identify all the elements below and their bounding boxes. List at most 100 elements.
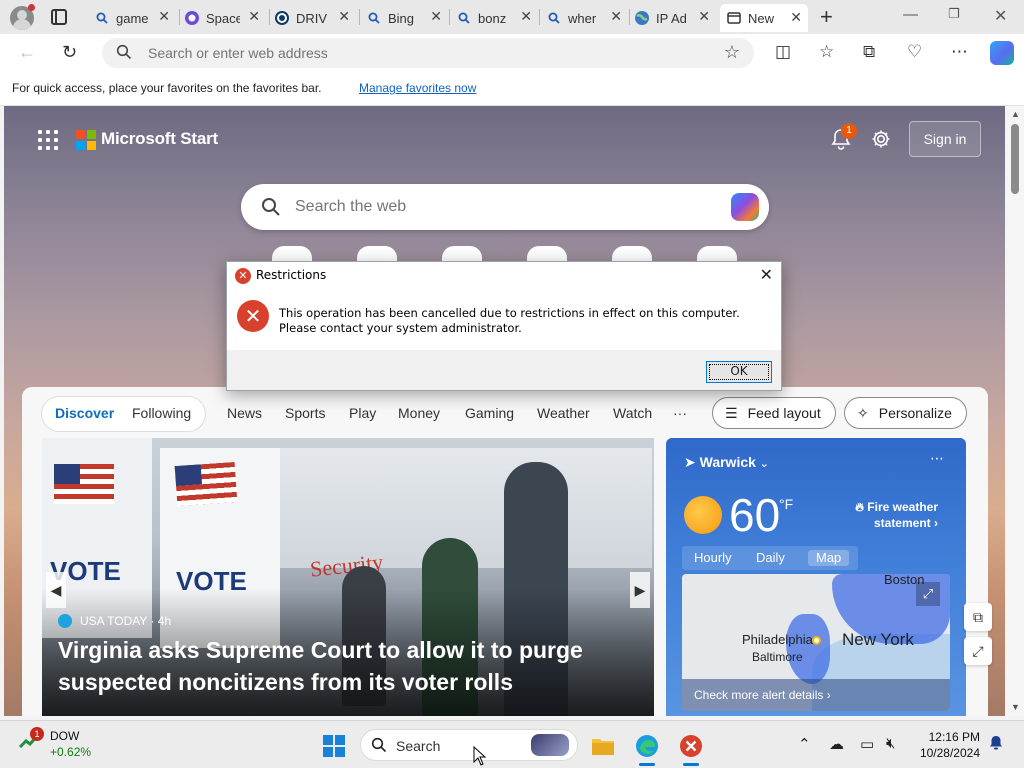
carousel-prev-button[interactable]: ◀ xyxy=(46,572,66,608)
close-tab-icon[interactable]: ✕ xyxy=(698,8,710,25)
nav-news[interactable]: News xyxy=(227,405,262,421)
favorites-bar: For quick access, place your favorites o… xyxy=(0,72,1024,106)
temperature: 60 xyxy=(729,489,781,541)
tab-label: Bing xyxy=(388,10,415,26)
manage-favorites-link[interactable]: Manage favorites now xyxy=(359,81,476,95)
cloud-offline-icon[interactable]: ☁ xyxy=(829,735,844,753)
personalize-button[interactable]: ✧ Personalize xyxy=(844,397,967,429)
restore-button[interactable]: ❐ xyxy=(948,6,960,22)
scrollbar-thumb[interactable] xyxy=(1011,124,1019,194)
feed-layout-button[interactable]: ☰ Feed layout xyxy=(712,397,836,429)
tab-following[interactable]: Following xyxy=(132,405,191,421)
settings-gear-icon[interactable] xyxy=(870,128,892,155)
chevron-up-icon[interactable]: ⌃ xyxy=(798,735,811,753)
error-icon: ✕ xyxy=(237,300,269,332)
search-icon xyxy=(371,737,387,758)
brand-title: Microsoft Start xyxy=(101,129,218,148)
tab-bing[interactable]: Bing ✕ xyxy=(366,6,448,30)
back-arrow-icon[interactable]: ← xyxy=(18,42,36,63)
nav-watch[interactable]: Watch xyxy=(613,405,652,421)
tab-ip-address[interactable]: IP Ad ✕ xyxy=(634,6,716,30)
nav-more-button[interactable]: ··· xyxy=(673,405,687,421)
more-options-icon[interactable]: ⋯ xyxy=(930,450,944,467)
scroll-down-icon[interactable]: ▼ xyxy=(1011,702,1020,712)
close-tab-icon[interactable]: ✕ xyxy=(338,8,350,25)
address-bar[interactable]: ☆ xyxy=(102,38,754,68)
edge-browser-icon[interactable] xyxy=(634,733,660,766)
start-button[interactable] xyxy=(323,735,345,757)
favorite-star-icon[interactable]: ☆ xyxy=(724,42,740,63)
browser-toolbar: ← ↻ ☆ ◫ ☆ ⧉ ♡ ⋯ xyxy=(0,34,1024,72)
dialog-close-button[interactable]: ✕ xyxy=(760,265,773,284)
stock-change: +0.62% xyxy=(50,745,92,759)
close-tab-icon[interactable]: ✕ xyxy=(248,8,260,25)
speaker-muted-icon[interactable]: 🔇︎ xyxy=(886,735,895,752)
new-tab-button[interactable]: + xyxy=(820,4,833,30)
file-explorer-icon[interactable] xyxy=(590,733,616,759)
fullscreen-icon[interactable]: ⤢ xyxy=(964,637,992,665)
story-headline[interactable]: Virginia asks Supreme Court to allow it … xyxy=(58,634,638,698)
close-tab-icon[interactable]: ✕ xyxy=(610,8,622,25)
open-in-new-icon[interactable]: ⧉ xyxy=(964,603,992,631)
notification-center-icon[interactable] xyxy=(988,735,1004,755)
favorites-hint: For quick access, place your favorites o… xyxy=(12,81,322,95)
personalize-label: Personalize xyxy=(878,405,952,421)
copilot-icon[interactable] xyxy=(731,193,759,221)
copilot-icon[interactable] xyxy=(990,41,1014,65)
tab-discover[interactable]: Discover xyxy=(55,405,114,421)
nav-gaming[interactable]: Gaming xyxy=(465,405,514,421)
tab-new-tab[interactable]: New ✕ xyxy=(720,4,808,32)
weather-map[interactable]: Boston New York Philadelphia Baltimore ⤢… xyxy=(682,574,950,711)
nav-sports[interactable]: Sports xyxy=(285,405,325,421)
display-icon[interactable]: ▭ xyxy=(860,735,874,753)
tab-space[interactable]: Space ✕ xyxy=(184,6,266,30)
close-tab-icon[interactable]: ✕ xyxy=(430,8,442,25)
close-tab-icon[interactable]: ✕ xyxy=(158,8,170,25)
address-input[interactable] xyxy=(148,43,708,63)
nav-play[interactable]: Play xyxy=(349,405,376,421)
app-launcher-icon[interactable] xyxy=(38,130,58,150)
tab-bonz[interactable]: bonz ✕ xyxy=(456,6,538,30)
tab-hourly[interactable]: Hourly xyxy=(694,550,732,565)
ok-button[interactable]: OK xyxy=(706,361,772,383)
refresh-icon[interactable]: ↻ xyxy=(62,42,77,63)
minimize-button[interactable]: — xyxy=(903,6,918,23)
collections-icon[interactable]: ⧉ xyxy=(863,42,875,62)
weather-location[interactable]: ➤ Warwick ⌄ xyxy=(684,454,769,471)
alert-details-link[interactable]: Check more alert details › xyxy=(682,679,950,711)
tab-game[interactable]: game ✕ xyxy=(94,6,176,30)
weather-alert-link[interactable]: 🔥︎ Fire weather statement › xyxy=(828,499,938,531)
sign-in-button[interactable]: Sign in xyxy=(909,121,981,157)
more-menu-icon[interactable]: ⋯ xyxy=(951,42,968,62)
stock-widget[interactable]: 1 DOW +0.62% xyxy=(18,727,91,759)
system-clock[interactable]: 12:16 PM 10/28/2024 xyxy=(918,729,980,761)
nav-money[interactable]: Money xyxy=(398,405,440,421)
weather-card[interactable]: ➤ Warwick ⌄ ⋯ 60 °F 🔥︎ Fire weather stat… xyxy=(666,438,966,716)
tab-drive[interactable]: DRIV ✕ xyxy=(274,6,356,30)
nav-weather[interactable]: Weather xyxy=(537,405,590,421)
scroll-up-icon[interactable]: ▲ xyxy=(1011,109,1020,119)
carousel-next-button[interactable]: ▶ xyxy=(630,572,650,608)
tab-strip: game ✕ Space ✕ DRIV ✕ Bing ✕ bonz ✕ wher… xyxy=(0,0,1024,34)
tab-wher[interactable]: wher ✕ xyxy=(546,6,628,30)
split-screen-icon[interactable]: ◫ xyxy=(775,42,791,62)
favorites-icon[interactable]: ☆ xyxy=(819,42,834,62)
close-window-button[interactable]: ✕ xyxy=(994,6,1007,26)
web-search-input[interactable] xyxy=(295,197,715,217)
web-search-box[interactable] xyxy=(241,184,769,230)
close-tab-icon[interactable]: ✕ xyxy=(520,8,532,25)
personalize-icon: ✧ xyxy=(857,404,869,421)
weather-location-label: Warwick xyxy=(699,454,756,470)
error-app-icon[interactable] xyxy=(678,733,704,766)
stock-badge: 1 xyxy=(30,727,44,741)
hero-story-card[interactable]: VOTE VOTE Security USA TODAY · 4h Virgin… xyxy=(42,438,654,716)
browser-essentials-icon[interactable]: ♡ xyxy=(907,42,922,62)
page-scrollbar[interactable]: ▲ ▼ xyxy=(1006,106,1024,716)
expand-map-icon[interactable]: ⤢ xyxy=(916,582,940,606)
taskbar-search[interactable]: Search xyxy=(360,729,578,761)
tab-daily[interactable]: Daily xyxy=(756,550,785,565)
close-tab-icon[interactable]: ✕ xyxy=(790,9,802,26)
sunny-icon xyxy=(684,496,722,534)
tab-actions-icon[interactable] xyxy=(51,9,67,25)
tab-map[interactable]: Map xyxy=(808,550,850,566)
